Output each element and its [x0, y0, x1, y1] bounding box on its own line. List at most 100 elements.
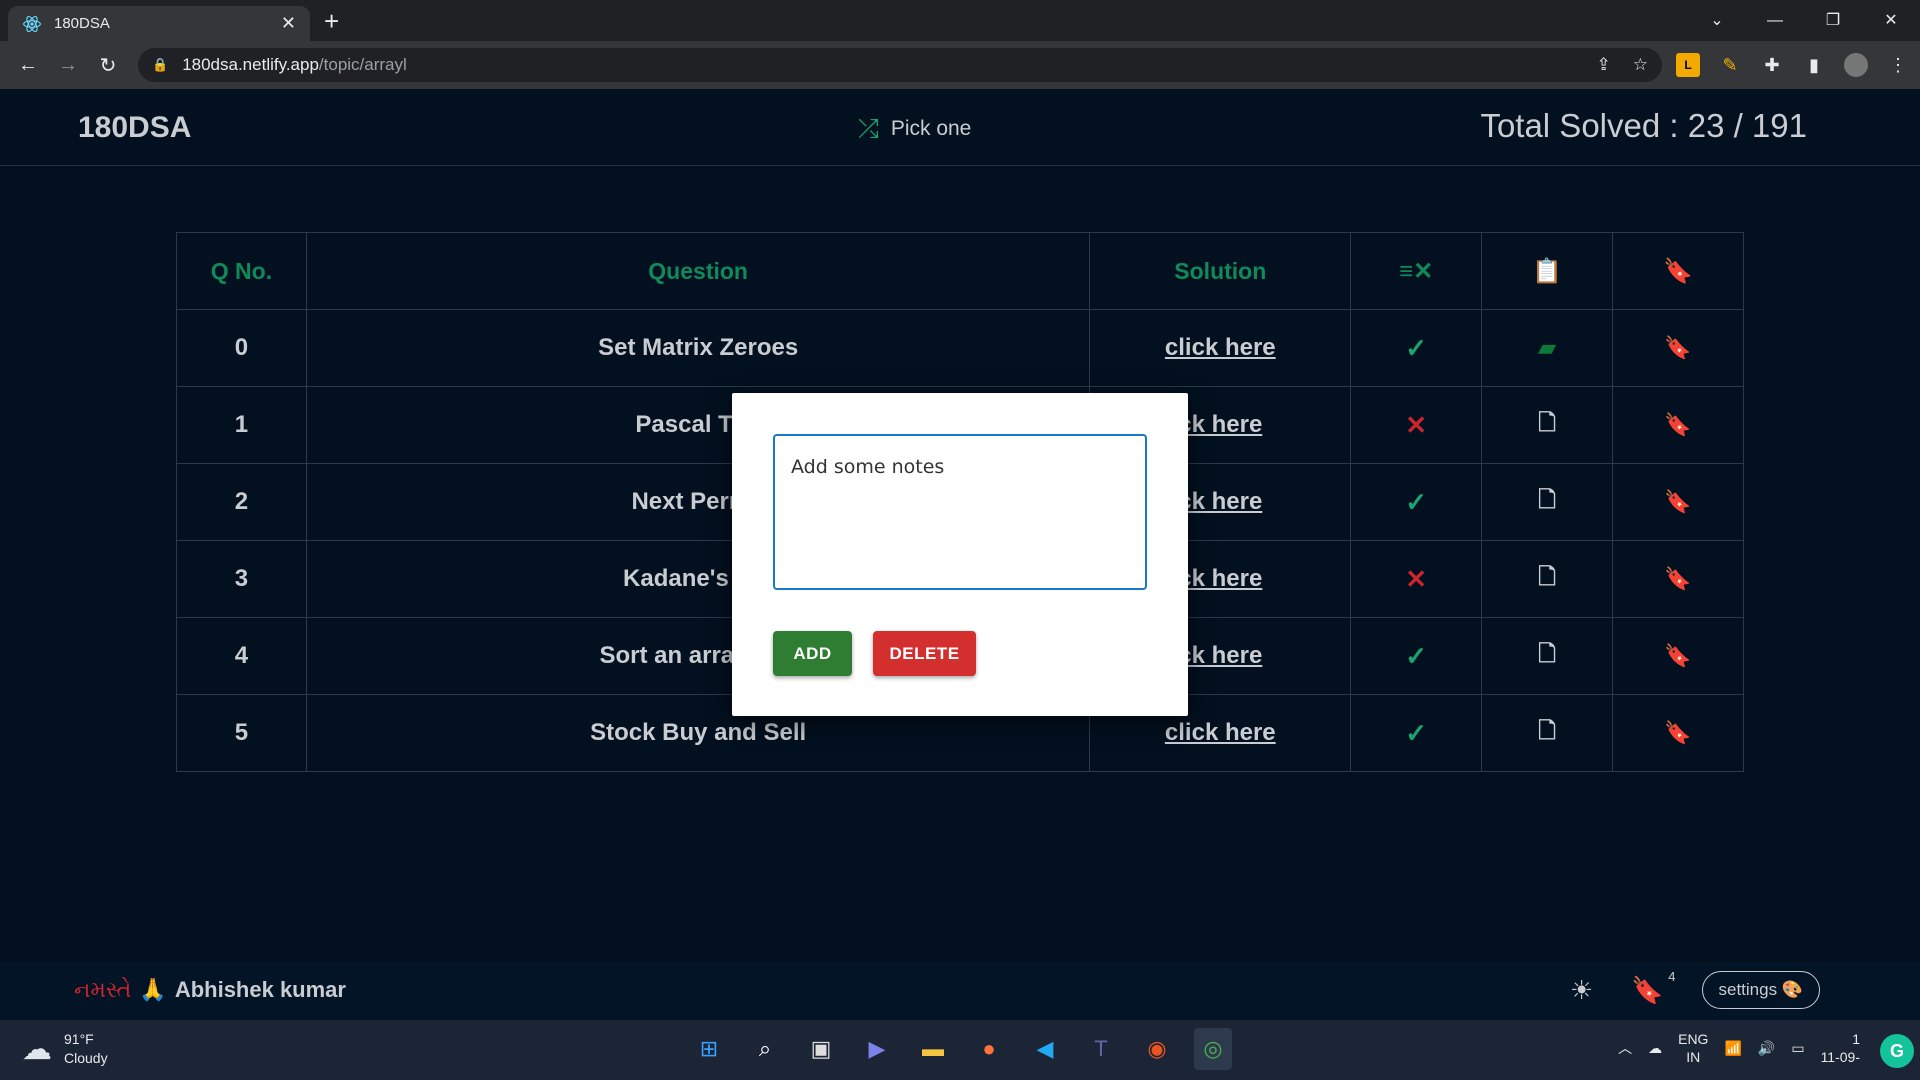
bookmark-icon: 🔖	[1663, 257, 1693, 285]
share-icon[interactable]: ⇪	[1597, 55, 1611, 75]
new-tab-button[interactable]: +	[324, 6, 339, 37]
add-note-file-icon[interactable]: 🗋	[1538, 641, 1556, 666]
solved-check-icon[interactable]: ✓	[1405, 718, 1427, 748]
pick-one-button[interactable]: ⤮ Pick one	[858, 113, 971, 145]
bookmarks-count-button[interactable]: 🔖 4	[1631, 969, 1675, 1006]
grammarly-icon[interactable]: G	[1880, 1034, 1914, 1068]
settings-label: settings	[1718, 980, 1778, 999]
cell-qno: 2	[176, 463, 307, 541]
menu-kebab-icon[interactable]: ⋮	[1886, 53, 1910, 77]
browser-toolbar: ← → ↻ 🔒 180dsa.netlify.app/topic/arrayl …	[0, 41, 1920, 89]
address-bar[interactable]: 🔒 180dsa.netlify.app/topic/arrayl ⇪ ☆	[138, 48, 1662, 82]
add-note-file-icon[interactable]: 🗋	[1538, 410, 1556, 435]
back-arrow-icon[interactable]: ←	[8, 54, 48, 77]
add-note-file-icon[interactable]: 🗋	[1538, 718, 1556, 743]
solution-link[interactable]: click here	[1165, 719, 1276, 746]
solution-link[interactable]: ck here	[1178, 411, 1262, 438]
unsolved-cross-icon[interactable]: ✕	[1405, 564, 1427, 594]
cell-qno: 5	[176, 694, 307, 772]
add-note-file-icon[interactable]: 🗋	[1538, 564, 1556, 589]
cell-qno: 4	[176, 617, 307, 695]
pen-extension-icon[interactable]: ✎	[1718, 53, 1742, 77]
browser-tab[interactable]: 180DSA ✕	[8, 6, 310, 41]
brand-logo[interactable]: 180DSA	[78, 111, 191, 145]
header-bookmark: 🔖	[1612, 232, 1744, 310]
cell-notes: ▰	[1481, 309, 1614, 387]
total-solved: Total Solved : 23 / 191	[1480, 107, 1807, 144]
wifi-icon[interactable]: 📶	[1724, 1040, 1741, 1057]
side-panel-icon[interactable]: ▮	[1802, 53, 1826, 77]
settings-button[interactable]: settings 🎨	[1701, 971, 1820, 1009]
unsolved-cross-icon[interactable]: ✕	[1405, 410, 1427, 440]
battery-icon[interactable]: ▭	[1791, 1040, 1804, 1057]
windows-start-icon[interactable]: ⊞	[690, 1028, 728, 1070]
bookmarked-icon[interactable]: 🔖	[1664, 489, 1691, 514]
clock[interactable]: 1 11-09-	[1821, 1030, 1860, 1066]
cell-status: ✕	[1350, 386, 1483, 464]
profile-avatar[interactable]	[1844, 53, 1868, 77]
header-qno: Q No.	[176, 232, 307, 310]
cell-question[interactable]: Set Matrix Zeroes	[305, 309, 1091, 387]
lock-icon: 🔒	[152, 57, 169, 72]
star-bookmark-icon[interactable]: ☆	[1633, 55, 1648, 75]
task-view-icon[interactable]: ▣	[802, 1028, 840, 1070]
meet-camera-icon[interactable]: ▶	[858, 1028, 896, 1070]
puzzle-extensions-icon[interactable]: ✚	[1760, 53, 1784, 77]
browser-tabbar: 180DSA ✕ + ⌄ — ❐ ✕	[0, 0, 1920, 41]
solution-link[interactable]: ck here	[1178, 565, 1262, 592]
note-saved-icon[interactable]: ▰	[1539, 335, 1556, 360]
app-footer: નમસ્તે 🙏 Abhishek kumar ☀ 🔖 4 settings 🎨	[0, 963, 1920, 1020]
add-bookmark-icon[interactable]: 🔖	[1664, 643, 1691, 668]
notes-clipboard-icon: 📋	[1532, 257, 1563, 285]
reload-icon[interactable]: ↻	[88, 53, 128, 78]
search-icon[interactable]: ⌕	[746, 1028, 784, 1070]
add-note-button[interactable]: ADD	[773, 631, 852, 676]
forward-arrow-icon[interactable]: →	[48, 54, 88, 77]
add-note-file-icon[interactable]: 🗋	[1538, 487, 1556, 512]
notes-textarea[interactable]	[773, 434, 1147, 590]
theme-toggle-sun-icon[interactable]: ☀	[1570, 975, 1593, 1006]
teams-icon[interactable]: T	[1082, 1028, 1120, 1070]
onedrive-cloud-icon[interactable]: ☁	[1648, 1040, 1662, 1057]
close-window-button[interactable]: ✕	[1862, 0, 1920, 41]
chrome-icon[interactable]: ◎	[1194, 1028, 1232, 1070]
solution-link[interactable]: ck here	[1178, 488, 1262, 515]
bookmarked-icon[interactable]: 🔖	[1664, 412, 1691, 437]
solution-link[interactable]: ck here	[1178, 642, 1262, 669]
solved-check-icon[interactable]: ✓	[1405, 641, 1427, 671]
vscode-icon[interactable]: ◀	[1026, 1028, 1064, 1070]
restore-button[interactable]: ❐	[1804, 0, 1862, 41]
palette-icon: 🎨	[1781, 980, 1803, 999]
add-bookmark-icon[interactable]: 🔖	[1664, 720, 1691, 745]
lang-primary: ENG	[1678, 1031, 1709, 1047]
cell-qno: 1	[176, 386, 307, 464]
solved-check-icon[interactable]: ✓	[1405, 333, 1427, 363]
bookmarked-icon[interactable]: 🔖	[1664, 335, 1691, 360]
delete-note-button[interactable]: DELETE	[873, 631, 976, 676]
cell-status: ✓	[1350, 694, 1483, 772]
cell-notes: 🗋	[1481, 540, 1614, 618]
volume-icon[interactable]: 🔊	[1758, 1040, 1775, 1057]
tab-close-icon[interactable]: ✕	[281, 13, 296, 34]
minimize-button[interactable]: —	[1746, 0, 1804, 41]
firefox-icon[interactable]: ●	[970, 1028, 1008, 1070]
file-explorer-icon[interactable]: ▬	[914, 1028, 952, 1070]
cell-bookmark: 🔖	[1612, 540, 1744, 618]
weather-widget[interactable]: ☁ 91°F Cloudy	[22, 1030, 108, 1068]
solution-link[interactable]: click here	[1165, 334, 1276, 361]
ubuntu-icon[interactable]: ◉	[1138, 1028, 1176, 1070]
cell-bookmark: 🔖	[1612, 694, 1744, 772]
solved-check-icon[interactable]: ✓	[1405, 487, 1427, 517]
add-bookmark-icon[interactable]: 🔖	[1664, 566, 1691, 591]
lh-extension-icon[interactable]: L	[1676, 53, 1700, 77]
react-atom-icon	[23, 15, 41, 32]
tab-search-chevron-icon[interactable]: ⌄	[1688, 0, 1746, 41]
lang-region: IN	[1686, 1049, 1701, 1065]
greeting: નમસ્તે 🙏 Abhishek kumar	[74, 977, 346, 1003]
table-header-row: Q No. Question Solution ≡✕ 📋 🔖	[176, 232, 1744, 310]
table-row: 0 Set Matrix Zeroes click here ✓ ▰ 🔖	[176, 309, 1744, 387]
cell-status: ✕	[1350, 540, 1483, 618]
language-indicator[interactable]: ENG IN	[1678, 1030, 1708, 1066]
show-hidden-icons-chevron-icon[interactable]: ︿	[1618, 1038, 1632, 1058]
pick-one-label: Pick one	[890, 117, 972, 140]
